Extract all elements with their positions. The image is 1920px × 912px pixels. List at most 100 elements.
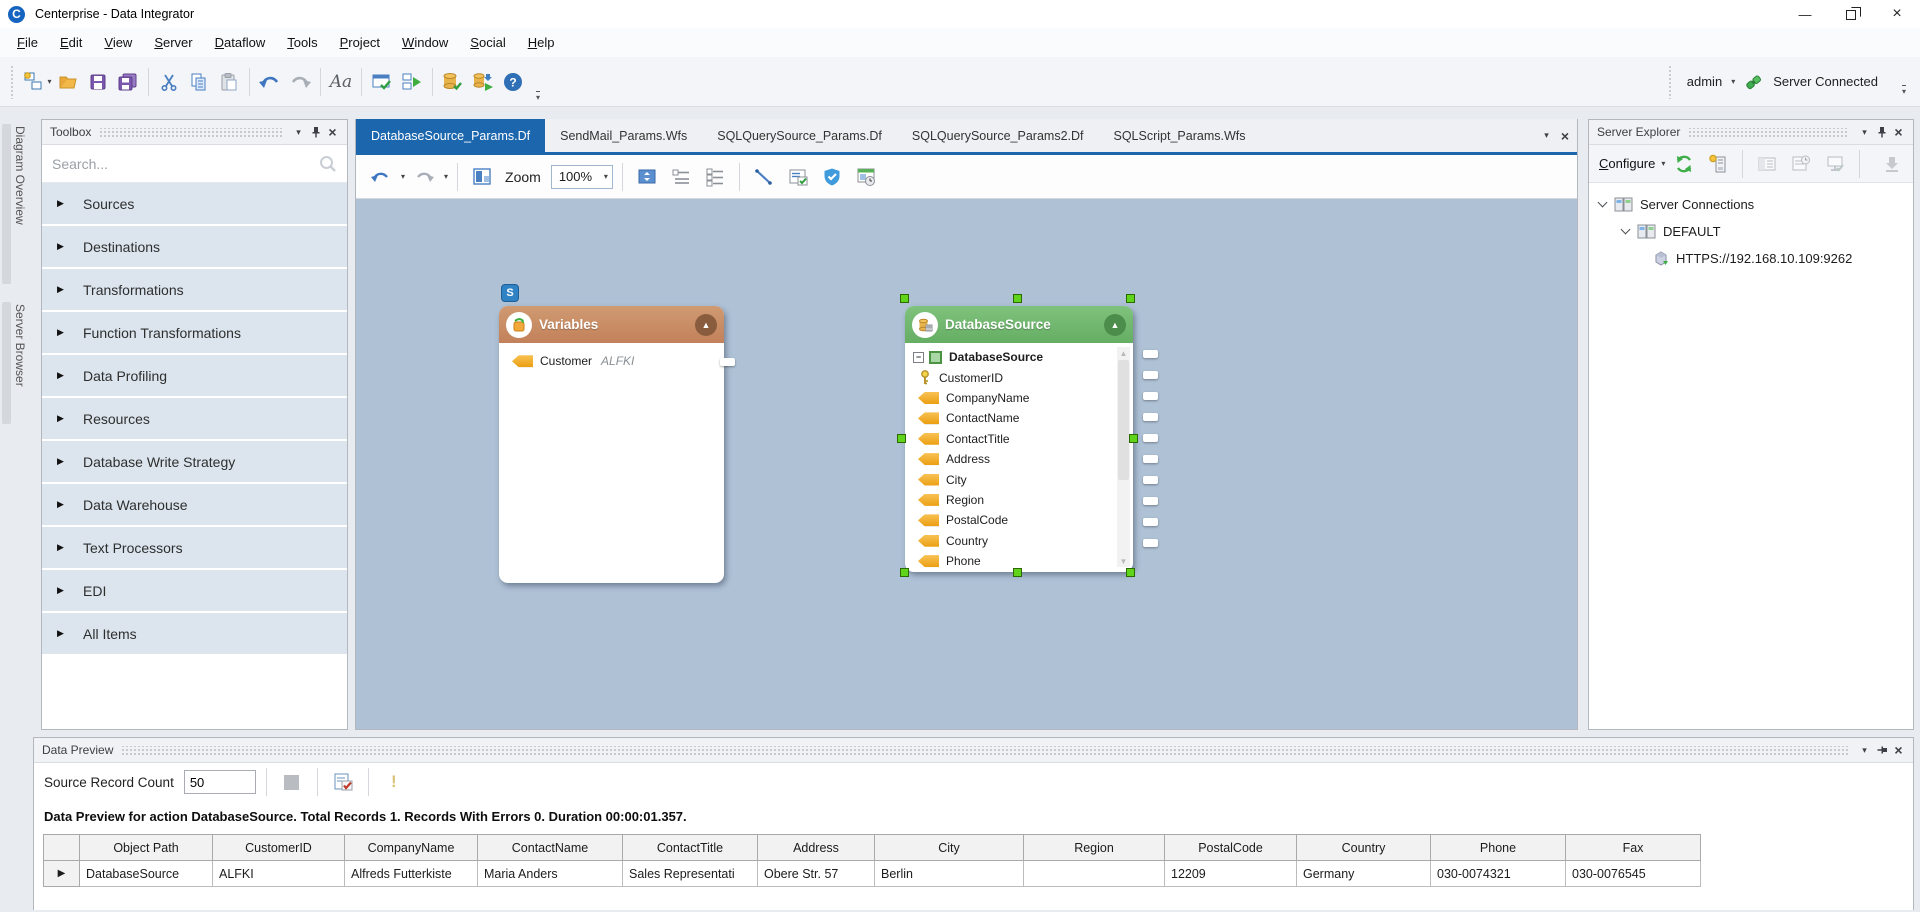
- stop-button[interactable]: [277, 764, 307, 800]
- node-scrollbar[interactable]: ▲ ▼: [1117, 347, 1130, 567]
- configure-button[interactable]: Configure ▾: [1599, 156, 1665, 171]
- tree-default[interactable]: DEFAULT: [1589, 218, 1913, 245]
- redo-button[interactable]: [285, 64, 315, 100]
- expand-collapse-button[interactable]: [632, 159, 662, 195]
- paste-button[interactable]: [214, 64, 244, 100]
- toolbox-item-all-items[interactable]: ▶All Items: [42, 613, 347, 654]
- errors-button[interactable]: !: [379, 764, 409, 800]
- col-contactname[interactable]: ContactName: [478, 835, 623, 861]
- server-properties-button[interactable]: [1752, 146, 1782, 182]
- field-contacttitle[interactable]: ContactTitle: [905, 429, 1133, 449]
- col-fax[interactable]: Fax: [1566, 835, 1701, 861]
- tab-databasesource-params[interactable]: DatabaseSource_Params.Df: [356, 119, 545, 152]
- col-object-path[interactable]: Object Path: [80, 835, 213, 861]
- redo-dropdown-icon[interactable]: ▾: [444, 172, 448, 181]
- font-button[interactable]: Aa: [326, 64, 356, 100]
- cell-region[interactable]: [1024, 861, 1165, 887]
- start-dataflow-button[interactable]: [397, 64, 427, 100]
- dataflow-canvas[interactable]: S Variables ▲ Customer ALFKI: [356, 199, 1577, 729]
- print-preview-button[interactable]: [467, 159, 497, 195]
- databasesource-collapse-button[interactable]: ▲: [1104, 314, 1126, 336]
- tab-sqlquerysource-params[interactable]: SQLQuerySource_Params.Df: [702, 119, 897, 152]
- link-tool-button[interactable]: [749, 159, 779, 195]
- menu-window[interactable]: Window: [391, 31, 459, 54]
- verify-button[interactable]: [367, 64, 397, 100]
- field-city[interactable]: City: [905, 469, 1133, 489]
- menu-dataflow[interactable]: Dataflow: [204, 31, 277, 54]
- output-port[interactable]: [1143, 434, 1158, 442]
- variables-node[interactable]: Variables ▲ Customer ALFKI: [499, 306, 724, 583]
- cell-contactname[interactable]: Maria Anders: [478, 861, 623, 887]
- toolbar-grip[interactable]: [10, 65, 15, 99]
- side-tab-server-browser[interactable]: Server Browser: [2, 302, 32, 432]
- tab-sendmail-params[interactable]: SendMail_Params.Wfs: [545, 119, 702, 152]
- cell-object-path[interactable]: DatabaseSource: [80, 861, 213, 887]
- selection-handle[interactable]: [897, 434, 906, 443]
- download-button[interactable]: [1877, 146, 1907, 182]
- save-all-button[interactable]: [113, 64, 143, 100]
- output-port[interactable]: [1143, 476, 1158, 484]
- scroll-down-icon[interactable]: ▼: [1117, 555, 1130, 567]
- cell-postalcode[interactable]: 12209: [1165, 861, 1297, 887]
- variables-output-port[interactable]: [720, 358, 735, 366]
- zoom-select[interactable]: 100% ▾: [551, 165, 613, 189]
- toolbox-item-resources[interactable]: ▶Resources: [42, 398, 347, 439]
- undo-button[interactable]: [255, 64, 285, 100]
- restore-button[interactable]: [1828, 0, 1874, 28]
- col-region[interactable]: Region: [1024, 835, 1165, 861]
- field-customerid[interactable]: CustomerID: [905, 367, 1133, 387]
- selection-handle[interactable]: [900, 568, 909, 577]
- server-explorer-close-icon[interactable]: ×: [1890, 124, 1907, 141]
- minimize-button[interactable]: —: [1782, 0, 1828, 28]
- data-check-button[interactable]: [783, 159, 813, 195]
- databasesource-node-header[interactable]: DatabaseSource ▲: [905, 306, 1133, 343]
- tree-server-connections[interactable]: Server Connections: [1589, 191, 1913, 218]
- output-port[interactable]: [1143, 350, 1158, 358]
- shield-verify-button[interactable]: [817, 159, 847, 195]
- cell-customerid[interactable]: ALFKI: [213, 861, 345, 887]
- toolbox-item-sources[interactable]: ▶Sources: [42, 183, 347, 224]
- side-tab-diagram-overview[interactable]: Diagram Overview: [2, 124, 32, 292]
- output-port[interactable]: [1143, 413, 1158, 421]
- variables-node-header[interactable]: Variables ▲: [499, 306, 724, 343]
- toolbox-item-destinations[interactable]: ▶Destinations: [42, 226, 347, 267]
- selection-handle[interactable]: [1126, 568, 1135, 577]
- toolbox-item-function-transformations[interactable]: ▶Function Transformations: [42, 312, 347, 353]
- output-port[interactable]: [1143, 497, 1158, 505]
- help-button[interactable]: ?: [498, 64, 528, 100]
- col-country[interactable]: Country: [1297, 835, 1431, 861]
- selection-handle[interactable]: [1013, 294, 1022, 303]
- toolbox-pin-icon[interactable]: [307, 124, 324, 141]
- chevron-down-icon[interactable]: [1621, 225, 1631, 235]
- job-monitor-button[interactable]: [851, 159, 881, 195]
- col-companyname[interactable]: CompanyName: [345, 835, 478, 861]
- cut-button[interactable]: [154, 64, 184, 100]
- col-city[interactable]: City: [875, 835, 1024, 861]
- server-monitor-button[interactable]: [1820, 146, 1850, 182]
- toolbar-grip[interactable]: [1668, 65, 1673, 99]
- toolbox-item-edi[interactable]: ▶EDI: [42, 570, 347, 611]
- data-preview-menu-icon[interactable]: ▾: [1856, 742, 1873, 759]
- server-explorer-header[interactable]: Server Explorer ▾ ×: [1589, 120, 1913, 145]
- col-contacttitle[interactable]: ContactTitle: [623, 835, 758, 861]
- menu-help[interactable]: Help: [517, 31, 566, 54]
- tab-sqlquerysource-params2[interactable]: SQLQuerySource_Params2.Df: [897, 119, 1099, 152]
- output-port[interactable]: [1143, 392, 1158, 400]
- table-row[interactable]: ▶ DatabaseSource ALFKI Alfreds Futterkis…: [44, 861, 1701, 887]
- menu-project[interactable]: Project: [329, 31, 391, 54]
- output-port[interactable]: [1143, 371, 1158, 379]
- cell-fax[interactable]: 030-0076545: [1566, 861, 1701, 887]
- undo-dropdown-icon[interactable]: ▾: [401, 172, 405, 181]
- cell-contacttitle[interactable]: Sales Representati: [623, 861, 758, 887]
- col-postalcode[interactable]: PostalCode: [1165, 835, 1297, 861]
- server-explorer-pin-icon[interactable]: [1873, 124, 1890, 141]
- run-database-button[interactable]: [468, 64, 498, 100]
- menu-view[interactable]: View: [93, 31, 143, 54]
- menu-file[interactable]: File: [6, 31, 49, 54]
- menu-social[interactable]: Social: [459, 31, 516, 54]
- toolbox-item-data-profiling[interactable]: ▶Data Profiling: [42, 355, 347, 396]
- tab-list-dropdown-icon[interactable]: ▾: [1544, 130, 1549, 141]
- tab-close-icon[interactable]: ×: [1561, 129, 1569, 143]
- refresh-button[interactable]: [1669, 146, 1699, 182]
- toolbox-header[interactable]: Toolbox ▾ ×: [42, 120, 347, 145]
